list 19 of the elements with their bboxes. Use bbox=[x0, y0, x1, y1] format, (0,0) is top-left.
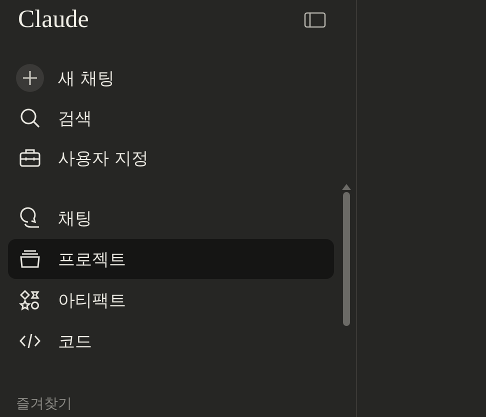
sidebar-item[interactable]: 프로젝트 bbox=[8, 239, 334, 279]
scrollbar-thumb[interactable] bbox=[342, 192, 350, 326]
sidebar-toggle-icon[interactable] bbox=[304, 12, 326, 28]
toolbox-icon bbox=[19, 148, 41, 168]
chat-bubbles-icon bbox=[19, 207, 41, 229]
sidebar-item[interactable]: 코드 bbox=[8, 321, 334, 361]
sidebar-item[interactable]: 검색 bbox=[8, 98, 334, 138]
sidebar-item[interactable]: 채팅 bbox=[8, 198, 334, 238]
search-icon bbox=[19, 107, 41, 129]
scroll-up-icon[interactable] bbox=[342, 184, 350, 190]
shapes-icon bbox=[19, 289, 41, 311]
sidebar-item[interactable]: 새 채팅 bbox=[8, 58, 334, 98]
logo-wordmark: Claude bbox=[18, 6, 89, 34]
code-icon bbox=[19, 331, 41, 351]
sidebar-item[interactable]: 사용자 지정 bbox=[8, 138, 334, 178]
folder-icon bbox=[19, 249, 41, 269]
sidebar-item[interactable]: 아티팩트 bbox=[8, 280, 334, 320]
section-label: 즐겨찾기 bbox=[15, 395, 73, 413]
plus-icon bbox=[16, 64, 44, 92]
